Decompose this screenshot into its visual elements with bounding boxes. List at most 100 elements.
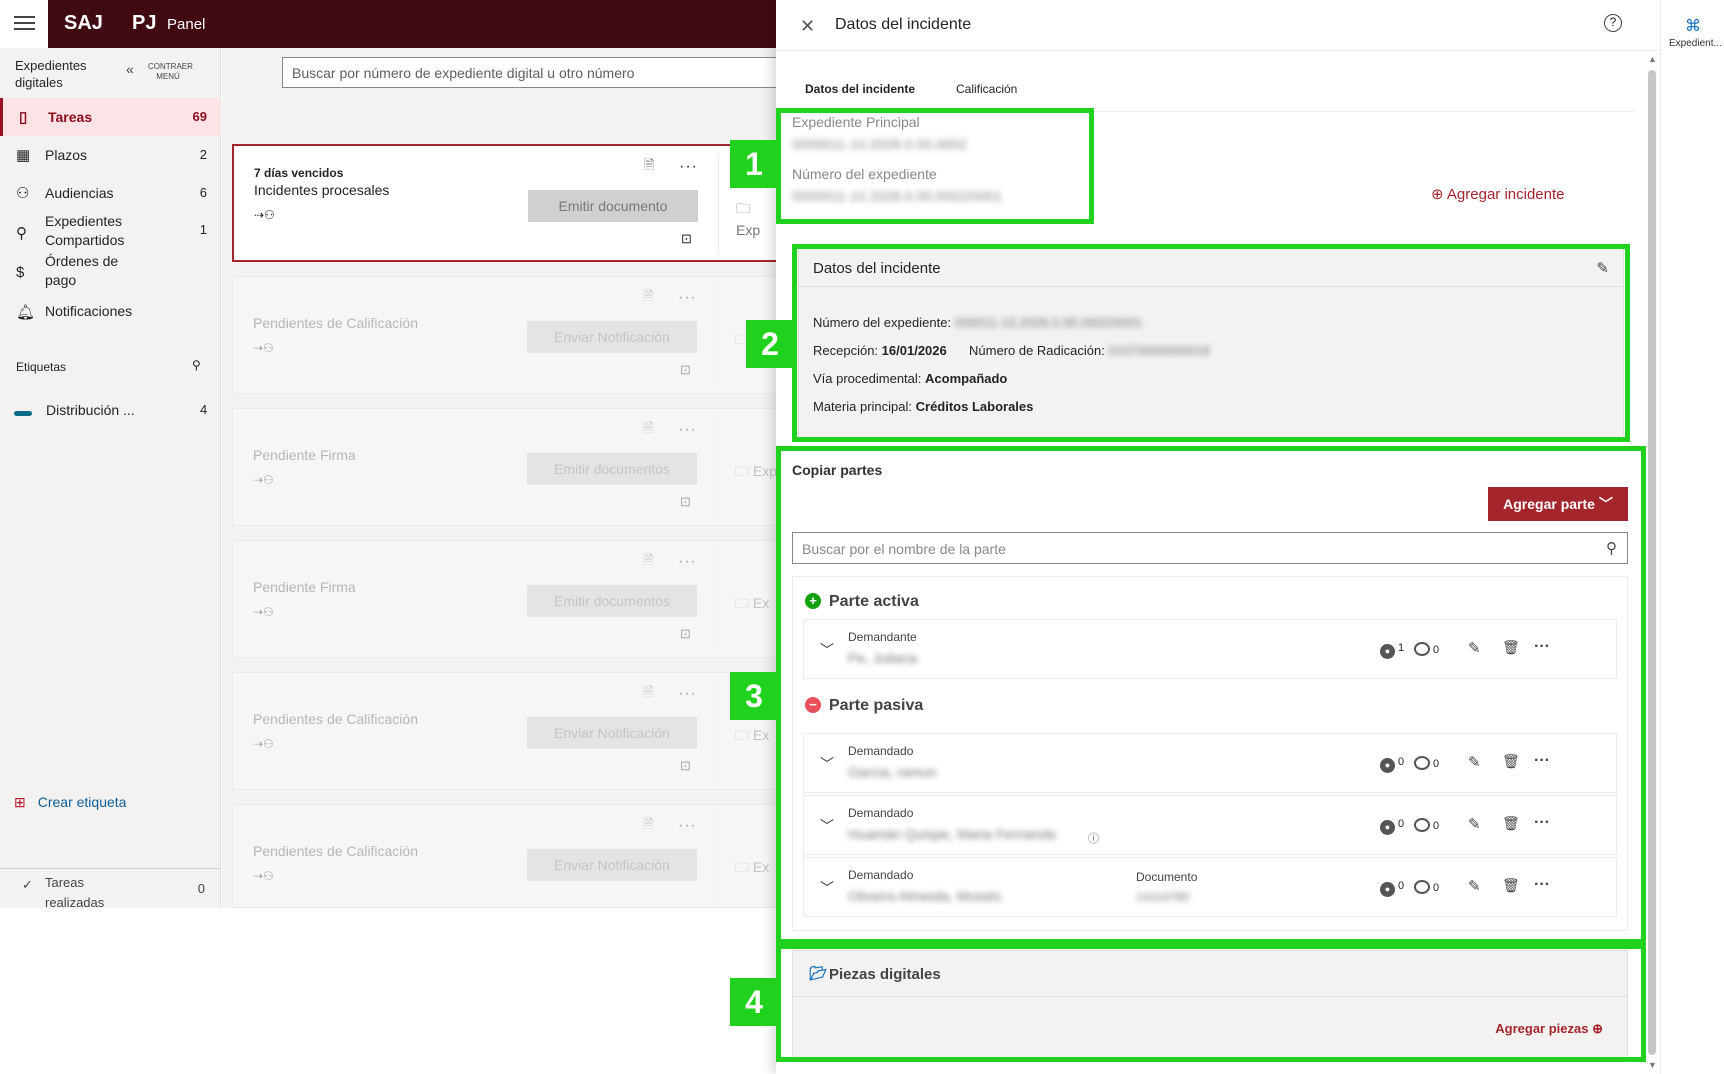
highlight-box-1 xyxy=(776,108,1094,224)
task-card[interactable]: Pendientes de Calificación ⇢⚇ 🗎︎ ··· Env… xyxy=(232,276,778,394)
done-tasks[interactable]: ✓ Tareas realizadas 0 xyxy=(0,868,221,910)
document-icon[interactable]: 🗎︎ xyxy=(644,156,654,178)
divider xyxy=(717,285,718,385)
assign-person-icon[interactable]: ⇢⚇ xyxy=(253,605,274,619)
share-person-icon: ⚲ xyxy=(16,225,27,242)
app: SAJ PJ Panel Expedientes digitales « CON… xyxy=(0,0,1724,1074)
calendar-icon: ▦ xyxy=(16,147,31,164)
card-title: Pendientes de Calificación xyxy=(253,711,418,727)
hamburger-menu-icon[interactable] xyxy=(0,0,48,48)
sidebar-item-ordenes-de-pago[interactable]: $ Órdenes de pago xyxy=(0,252,221,294)
add-tag-icon[interactable]: ⊡ xyxy=(680,626,691,642)
card-title: Pendientes de Calificación xyxy=(253,315,418,331)
add-tag-icon[interactable]: ⊡ xyxy=(680,494,691,510)
folder-link[interactable]: 🗀︎ Ex xyxy=(735,857,769,881)
folder-link[interactable]: 🗀︎ Ex xyxy=(735,725,769,749)
assign-person-icon[interactable]: ⇢⚇ xyxy=(253,869,274,883)
panel-title: Datos del incidente xyxy=(835,16,972,33)
folder-link[interactable]: 🗀︎ Ex xyxy=(735,593,769,617)
more-options-icon[interactable]: ··· xyxy=(678,421,697,439)
emit-documents-button[interactable]: Emitir documentos xyxy=(527,585,697,617)
scroll-up-icon[interactable]: ▲ xyxy=(1648,54,1657,64)
highlight-box-2 xyxy=(792,244,1630,442)
folder-link[interactable]: 🗀︎ Exp xyxy=(735,461,777,485)
card-title: Pendiente Firma xyxy=(253,447,356,463)
bell-icon: 🔔︎ xyxy=(16,304,36,321)
sidebar-item-audiencias[interactable]: ⚇ Audiencias 6 xyxy=(0,174,221,212)
folder-link[interactable]: 🗀︎ Exp xyxy=(736,198,776,238)
more-options-icon[interactable]: ··· xyxy=(678,685,697,703)
task-card[interactable]: 7 días vencidos Incidentes procesales ⇢⚇… xyxy=(232,144,778,262)
close-icon[interactable]: ✕ xyxy=(800,16,815,37)
more-options-icon[interactable]: ··· xyxy=(678,289,697,307)
task-card[interactable]: Pendiente Firma ⇢⚇ 🗎︎ ··· Emitir documen… xyxy=(232,408,778,526)
dollar-icon: $ xyxy=(16,264,25,281)
divider xyxy=(718,154,719,254)
divider xyxy=(717,813,718,901)
more-options-icon[interactable]: ··· xyxy=(678,553,697,571)
scroll-down-icon[interactable]: ▼ xyxy=(1648,1060,1657,1070)
card-status: 7 días vencidos xyxy=(254,166,344,180)
divider xyxy=(717,549,718,649)
top-bar: SAJ PJ Panel xyxy=(0,0,778,48)
document-icon[interactable]: 🗎︎ xyxy=(643,287,653,309)
send-notification-button[interactable]: Enviar Notificación xyxy=(527,717,697,749)
sidebar: Expedientes digitales « CONTRAER MENÚ ▯ … xyxy=(0,48,221,910)
people-icon: ⚇ xyxy=(16,185,30,202)
task-card[interactable]: Pendientes de Calificación ⇢⚇ 🗎︎ ··· Env… xyxy=(232,672,778,790)
rail-label[interactable]: Expedient... xyxy=(1669,38,1724,49)
tab-datos-incidente[interactable]: Datos del incidente xyxy=(805,82,915,96)
callout-number-4: 4 xyxy=(730,978,778,1026)
tag-color-swatch xyxy=(14,411,32,416)
brand-pj: PJ xyxy=(132,12,157,34)
sidebar-item-tareas[interactable]: ▯ Tareas 69 xyxy=(0,98,221,136)
tag-label[interactable]: Distribución ... xyxy=(46,402,135,418)
assign-person-icon[interactable]: ⇢⚇ xyxy=(253,473,274,487)
divider xyxy=(717,417,718,517)
add-tag-icon[interactable]: ⊡ xyxy=(680,758,691,774)
add-tag-icon[interactable]: ⊡ xyxy=(680,362,691,378)
document-icon[interactable]: 🗎︎ xyxy=(643,551,653,573)
callout-number-2: 2 xyxy=(746,320,794,368)
search-icon[interactable]: ⚲ xyxy=(192,358,201,372)
assign-person-icon[interactable]: ⇢⚇ xyxy=(254,208,275,222)
document-icon[interactable]: 🗎︎ xyxy=(643,683,653,705)
document-icon[interactable]: 🗎︎ xyxy=(643,815,653,837)
add-incident-button[interactable]: ⊕ Agregar incidente xyxy=(1431,185,1565,203)
add-tag-icon: ⊞ xyxy=(14,794,26,810)
tree-icon[interactable]: ⌘ xyxy=(1685,16,1701,36)
highlight-box-3 xyxy=(776,446,1646,944)
right-rail: ⌘ Expedient... xyxy=(1660,0,1724,1074)
sidebar-item-expedientes-compartidos[interactable]: ⚲ Expedientes Compartidos 1 xyxy=(0,210,221,252)
tab-calificacion[interactable]: Calificación xyxy=(956,82,1017,96)
sidebar-item-plazos[interactable]: ▦ Plazos 2 xyxy=(0,136,221,174)
assign-person-icon[interactable]: ⇢⚇ xyxy=(253,341,274,355)
tags-header: Etiquetas xyxy=(16,360,67,374)
card-title: Incidentes procesales xyxy=(254,182,390,198)
create-tag-link[interactable]: ⊞ Crear etiqueta xyxy=(14,794,126,811)
assign-person-icon[interactable]: ⇢⚇ xyxy=(253,737,274,751)
scrollbar[interactable] xyxy=(1648,70,1656,1055)
callout-number-1: 1 xyxy=(730,140,778,188)
send-notification-button[interactable]: Enviar Notificación xyxy=(527,849,697,881)
task-card[interactable]: Pendientes de Calificación ⇢⚇ 🗎︎ ··· Env… xyxy=(232,804,778,908)
double-chevron-left-icon: « xyxy=(126,61,134,77)
emit-documents-button[interactable]: Emitir documentos xyxy=(527,453,697,485)
more-options-icon[interactable]: ··· xyxy=(678,817,697,835)
emit-document-button[interactable]: Emitir documento xyxy=(528,190,698,222)
help-icon[interactable]: ? xyxy=(1604,14,1622,32)
callout-number-3: 3 xyxy=(730,672,778,720)
sidebar-title: Expedientes digitales xyxy=(15,58,87,90)
task-card[interactable]: Pendiente Firma ⇢⚇ 🗎︎ ··· Emitir documen… xyxy=(232,540,778,658)
document-icon[interactable]: 🗎︎ xyxy=(643,419,653,441)
app-title: Panel xyxy=(167,16,206,33)
more-options-icon[interactable]: ··· xyxy=(679,158,698,176)
tag-count: 4 xyxy=(200,402,208,417)
divider xyxy=(776,50,1660,51)
sidebar-item-notificaciones[interactable]: 🔔︎ Notificaciones xyxy=(0,296,221,334)
expediente-search-input[interactable]: Buscar por número de expediente digital … xyxy=(282,57,782,88)
add-tag-icon[interactable]: ⊡ xyxy=(681,231,692,247)
send-notification-button[interactable]: Enviar Notificación xyxy=(527,321,697,353)
highlight-box-4 xyxy=(776,944,1646,1062)
bookmark-icon: ▯ xyxy=(19,109,28,126)
